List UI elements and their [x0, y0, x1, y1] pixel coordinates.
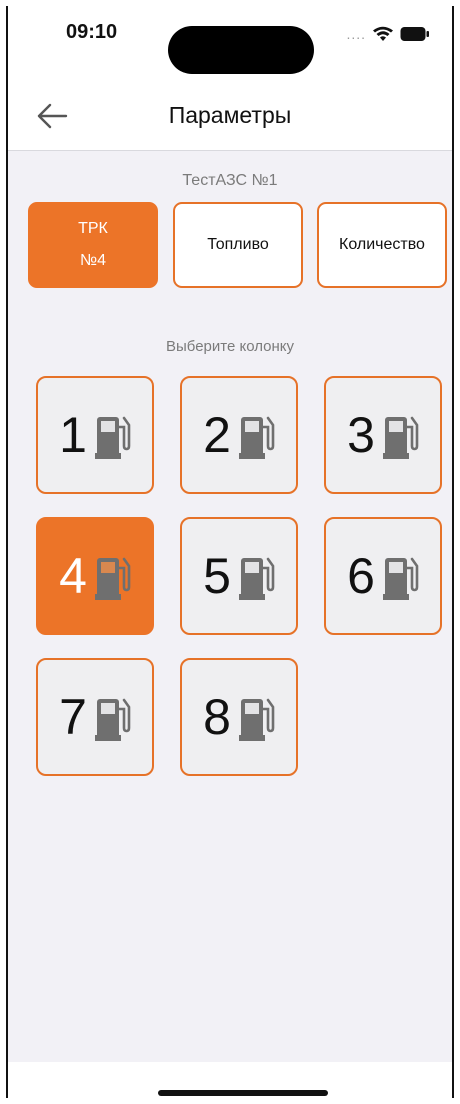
- fuel-pump-icon: [238, 698, 275, 741]
- home-bar: [8, 1062, 452, 1098]
- dynamic-island: [168, 26, 314, 74]
- cellular-dots-icon: ....: [346, 26, 366, 42]
- fuel-pump-icon: [382, 557, 419, 600]
- pump-number: 6: [347, 548, 375, 604]
- nav-bar: Параметры: [8, 84, 452, 151]
- tab-quantity[interactable]: Количество: [317, 202, 447, 288]
- pump-button-7[interactable]: 7: [36, 658, 154, 776]
- pump-number: 3: [347, 407, 375, 463]
- pump-number: 7: [59, 689, 87, 745]
- tab-pump-number: №4: [79, 252, 107, 269]
- pump-button-5[interactable]: 5: [180, 517, 298, 635]
- pump-button-8[interactable]: 8: [180, 658, 298, 776]
- fuel-pump-icon: [94, 698, 131, 741]
- fuel-pump-icon: [94, 557, 131, 600]
- station-name: ТестАЗС №1: [182, 172, 278, 189]
- status-bar: 09:10 ....: [8, 6, 452, 84]
- phone-screen: 09:10 .... Параметры ТестАЗС №1 ТРК №4 Т…: [6, 6, 454, 1098]
- status-time: 09:10: [66, 21, 118, 43]
- pump-button-3[interactable]: 3: [324, 376, 442, 494]
- pump-number: 5: [203, 548, 231, 604]
- fuel-pump-icon: [94, 416, 131, 459]
- fuel-pump-icon: [238, 416, 275, 459]
- pump-number: 4: [59, 548, 87, 604]
- battery-icon: [400, 27, 429, 41]
- pump-button-4[interactable]: 4: [36, 517, 154, 635]
- tab-pump-label: ТРК: [78, 220, 108, 237]
- page-title: Параметры: [168, 102, 292, 128]
- fuel-pump-icon: [238, 557, 275, 600]
- status-icons: ....: [346, 26, 430, 42]
- pumps-prompt: Выберите колонку: [165, 338, 294, 355]
- pump-button-6[interactable]: 6: [324, 517, 442, 635]
- pump-button-1[interactable]: 1: [36, 376, 154, 494]
- tab-pump[interactable]: ТРК №4: [28, 202, 158, 288]
- tab-fuel-label: Топливо: [207, 236, 269, 253]
- pump-button-2[interactable]: 2: [180, 376, 298, 494]
- tab-fuel[interactable]: Топливо: [173, 202, 303, 288]
- pump-number: 2: [203, 407, 231, 463]
- tab-quantity-label: Количество: [339, 236, 425, 253]
- pump-number: 1: [59, 407, 87, 463]
- home-indicator[interactable]: [158, 1090, 328, 1096]
- fuel-pump-icon: [382, 416, 419, 459]
- pump-number: 8: [203, 689, 231, 745]
- wifi-icon: [373, 26, 393, 41]
